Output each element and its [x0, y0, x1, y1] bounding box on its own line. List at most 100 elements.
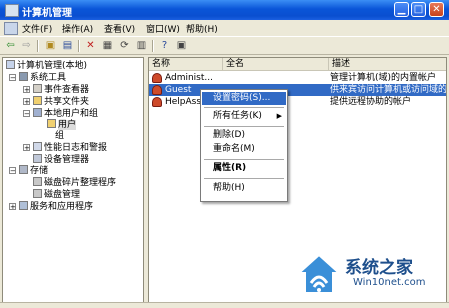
title-bar: 计算机管理 ▁ □ ✕ [0, 0, 449, 20]
column-header-fullname[interactable]: 全名 [223, 58, 329, 71]
tree-defrag[interactable]: 磁盘碎片整理程序 [33, 177, 116, 188]
maximize-button[interactable]: □ [411, 2, 426, 17]
column-header-name[interactable]: 名称 [149, 58, 223, 71]
menu-window[interactable]: 窗口(W) [146, 22, 180, 35]
tree-local-users-groups[interactable]: 本地用户和组 [33, 108, 98, 119]
house-logo-icon [296, 253, 342, 294]
user-row-helpassistant[interactable]: HelpAssi... 提供远程协助的帐户 [149, 96, 446, 108]
toolbar-separator [37, 40, 39, 52]
tree-groups[interactable]: 组 [55, 131, 64, 142]
properties-icon[interactable]: ▦ [101, 40, 114, 52]
collapse-toggle[interactable]: − [9, 74, 16, 82]
tree-local-users-groups-label: 本地用户和组 [44, 109, 99, 119]
defrag-icon [33, 177, 42, 186]
disabled-user-icon [152, 85, 162, 95]
menu-bar: 文件(F) 操作(A) 查看(V) 窗口(W) 帮助(H) [0, 20, 449, 36]
tree-root[interactable]: 计算机管理(本地) [6, 60, 87, 71]
user-description: 管理计算机(域)的内置帐户 [330, 73, 437, 83]
menu-item-rename[interactable]: 重命名(M) [202, 143, 286, 156]
tree-disk-mgmt-label: 磁盘管理 [44, 190, 81, 200]
user-row-administrator[interactable]: Administ... 管理计算机(域)的内置帐户 [149, 72, 446, 84]
export-list-icon[interactable]: ▥ [135, 40, 148, 52]
menu-separator [204, 107, 284, 108]
column-header-description[interactable]: 描述 [329, 58, 446, 71]
minimize-button[interactable]: ▁ [394, 2, 409, 17]
tree-device-manager[interactable]: 设备管理器 [33, 154, 89, 165]
tree-storage-label: 存储 [30, 166, 49, 176]
menu-item-delete[interactable]: 删除(D) [202, 129, 286, 142]
console-tree-icon[interactable]: ▣ [175, 40, 188, 52]
tree-system-tools[interactable]: 系统工具 [19, 72, 66, 83]
context-menu: 设置密码(S)... 所有任务(K) ▶ 删除(D) 重命名(M) 属性(R) … [200, 89, 288, 202]
status-bar [0, 302, 449, 308]
menu-file[interactable]: 文件(F) [22, 22, 52, 35]
menu-item-all-tasks-label: 所有任务(K) [213, 111, 262, 121]
tree-storage[interactable]: 存储 [19, 165, 48, 176]
user-row-guest[interactable]: Guest 供来宾访问计算机或访问域的内 [149, 84, 446, 96]
tree-shared-folders[interactable]: 共享文件夹 [33, 96, 89, 107]
collapse-toggle[interactable]: − [9, 167, 16, 175]
toolbar-separator [152, 40, 154, 52]
folder-open-icon [47, 119, 56, 128]
watermark-brand: 系统之家 [345, 258, 413, 278]
close-button[interactable]: ✕ [429, 2, 444, 17]
menu-item-properties[interactable]: 属性(R) [202, 162, 286, 175]
expand-toggle[interactable]: + [23, 86, 30, 94]
tree-event-viewer[interactable]: 事件查看器 [33, 84, 89, 95]
tools-icon [19, 72, 28, 81]
users-groups-icon [33, 108, 42, 117]
shared-folder-icon [33, 96, 42, 105]
expand-toggle[interactable]: + [23, 144, 30, 152]
tree-disk-mgmt[interactable]: 磁盘管理 [33, 189, 80, 200]
tree-device-manager-label: 设备管理器 [44, 155, 90, 165]
back-icon[interactable]: ⇦ [4, 40, 17, 52]
expand-toggle[interactable]: + [9, 203, 16, 211]
menu-item-all-tasks[interactable]: 所有任务(K) ▶ [202, 110, 286, 123]
menu-separator [204, 126, 284, 127]
tree-root-label: 计算机管理(本地) [17, 61, 88, 71]
event-viewer-icon [33, 84, 42, 93]
menu-help[interactable]: 帮助(H) [186, 22, 218, 35]
tree-event-viewer-label: 事件查看器 [44, 85, 90, 95]
device-manager-icon [33, 154, 42, 163]
delete-icon[interactable]: ✕ [84, 40, 97, 52]
help-icon[interactable]: ? [158, 40, 171, 52]
toolbar-separator [78, 40, 80, 52]
watermark-url: Win10net.com [353, 277, 426, 288]
window-title: 计算机管理 [22, 8, 72, 19]
tree-groups-label: 组 [55, 131, 65, 141]
user-description: 供来宾访问计算机或访问域的内 [330, 85, 447, 95]
disabled-user-icon [152, 97, 162, 107]
expand-toggle[interactable]: + [23, 98, 30, 106]
tree-perf-logs-label: 性能日志和警报 [44, 143, 108, 153]
tree-defrag-label: 磁盘碎片整理程序 [44, 178, 117, 188]
computer-icon [6, 60, 15, 69]
menu-action[interactable]: 操作(A) [62, 22, 93, 35]
app-menu-icon[interactable] [4, 22, 18, 35]
show-tree-icon[interactable]: ▤ [61, 40, 74, 52]
user-icon [152, 73, 162, 83]
tree-perf-logs[interactable]: 性能日志和警报 [33, 142, 107, 153]
forward-icon[interactable]: ⇨ [20, 40, 33, 52]
collapse-toggle[interactable]: − [23, 110, 30, 118]
refresh-icon[interactable]: ⟳ [118, 40, 131, 52]
tree-shared-folders-label: 共享文件夹 [44, 97, 90, 107]
menu-view[interactable]: 查看(V) [104, 22, 135, 35]
user-name: Administ... [165, 73, 213, 83]
tree-services-apps-label: 服务和应用程序 [30, 202, 94, 212]
tree-users[interactable]: 用户 [47, 119, 77, 130]
up-folder-icon[interactable]: ▣ [44, 40, 57, 52]
menu-item-help[interactable]: 帮助(H) [202, 182, 286, 195]
console-tree[interactable]: 计算机管理(本地) − 系统工具 + 事件查看器 + 共享文件夹 − 本地用户和… [2, 57, 144, 303]
tree-services-apps[interactable]: 服务和应用程序 [19, 201, 93, 212]
menu-item-set-password[interactable]: 设置密码(S)... [202, 92, 286, 105]
computer-management-icon [5, 4, 19, 17]
tree-users-label: 用户 [58, 120, 77, 130]
menu-separator [204, 178, 284, 179]
watermark: 系统之家 Win10net.com [285, 245, 445, 301]
performance-icon [33, 142, 42, 151]
submenu-arrow-icon: ▶ [276, 112, 282, 120]
disk-icon [33, 189, 42, 198]
user-name: Guest [165, 85, 192, 95]
tree-system-tools-label: 系统工具 [30, 73, 67, 83]
